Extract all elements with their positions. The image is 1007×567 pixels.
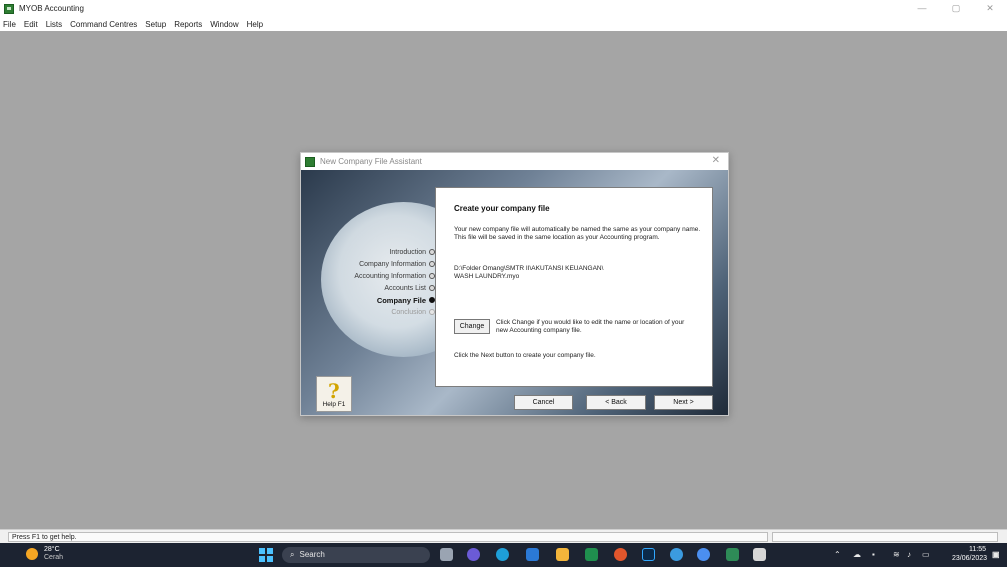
- chrome-profile-icon[interactable]: [697, 548, 710, 561]
- volume-icon[interactable]: ♪: [907, 550, 911, 559]
- dialog-titlebar: New Company File Assistant ✕: [301, 153, 728, 170]
- status-secondary-cell: [772, 532, 998, 542]
- menu-help[interactable]: Help: [247, 20, 263, 29]
- step-introduction[interactable]: Introduction: [331, 246, 435, 258]
- notification-icon[interactable]: ▣: [992, 550, 1000, 559]
- edge-browser-icon[interactable]: [496, 548, 509, 561]
- app-titlebar: MYOB Accounting — ▢ ✕: [0, 0, 1007, 17]
- excel-icon[interactable]: [585, 548, 598, 561]
- menu-lists[interactable]: Lists: [46, 20, 62, 29]
- help-question-icon: ?: [328, 379, 340, 403]
- file-path-line2: WASH LAUNDRY.myo: [454, 273, 520, 280]
- clock-date: 23/06/2023: [952, 555, 988, 562]
- battery-icon[interactable]: ▭: [922, 550, 930, 559]
- task-view-icon[interactable]: [440, 548, 453, 561]
- next-instructions: Click the Next button to create your com…: [454, 352, 596, 359]
- help-button-label: Help F1: [322, 401, 346, 408]
- search-label: Search: [299, 550, 325, 559]
- dialog-close-icon[interactable]: ✕: [712, 155, 720, 166]
- windows-start-icon[interactable]: [259, 548, 273, 562]
- change-instructions: Click Change if you would like to edit t…: [496, 319, 685, 334]
- step-conclusion: Conclusion: [331, 306, 435, 318]
- taskbar-search[interactable]: ⌕ Search: [282, 547, 430, 563]
- cloud-icon[interactable]: ☁: [853, 550, 861, 559]
- step-label: Accounting Information: [354, 272, 426, 280]
- chevron-up-icon[interactable]: ⌃: [834, 550, 841, 559]
- menu-edit[interactable]: Edit: [24, 20, 38, 29]
- myob-app-icon: [4, 3, 14, 14]
- search-icon: ⌕: [290, 550, 295, 559]
- content-panel: Create your company file Your new compan…: [435, 187, 713, 387]
- step-label: Conclusion: [391, 308, 426, 316]
- chat-icon[interactable]: [467, 548, 480, 561]
- notepad-icon[interactable]: [753, 548, 766, 561]
- minimize-button[interactable]: —: [905, 0, 939, 17]
- office-icon[interactable]: [614, 548, 627, 561]
- step-company-information[interactable]: Company Information: [331, 258, 435, 270]
- menu-bar: File Edit Lists Command Centres Setup Re…: [0, 17, 1007, 31]
- file-path: D:\Folder Omang\SMTR II\AKUTANSI KEUANGA…: [454, 265, 704, 281]
- clock-time: 11:55: [969, 546, 986, 553]
- weather-widget[interactable]: 28°C Cerah: [26, 546, 63, 562]
- file-path-line1: D:\Folder Omang\SMTR II\AKUTANSI KEUANGA…: [454, 265, 604, 272]
- panel-heading: Create your company file: [454, 204, 550, 213]
- status-bar: Press F1 to get help.: [0, 529, 1007, 543]
- step-label: Company File: [376, 295, 426, 305]
- step-accounting-information[interactable]: Accounting Information: [331, 270, 435, 282]
- weather-temp: 28°C: [44, 546, 60, 553]
- change-button[interactable]: Change: [454, 319, 490, 334]
- next-button[interactable]: Next >: [654, 395, 713, 410]
- menu-window[interactable]: Window: [210, 20, 238, 29]
- chrome-icon[interactable]: [670, 548, 683, 561]
- maximize-button[interactable]: ▢: [939, 0, 973, 17]
- step-label: Accounts List: [384, 284, 426, 292]
- step-company-file[interactable]: Company File: [331, 294, 435, 306]
- weather-desc: Cerah: [44, 554, 64, 561]
- menu-setup[interactable]: Setup: [145, 20, 166, 29]
- file-explorer-icon[interactable]: [556, 548, 569, 561]
- app-tray-icon[interactable]: ▪: [872, 550, 875, 559]
- menu-file[interactable]: File: [3, 20, 16, 29]
- cancel-button[interactable]: Cancel: [514, 395, 573, 410]
- word-icon[interactable]: [526, 548, 539, 561]
- menu-command-centres[interactable]: Command Centres: [70, 20, 137, 29]
- taskbar-clock[interactable]: 11:55 23/06/2023: [952, 545, 988, 563]
- step-label: Introduction: [389, 248, 426, 256]
- dialog-app-icon: [305, 156, 315, 167]
- status-text: Press F1 to get help.: [8, 532, 768, 542]
- window-controls: — ▢ ✕: [905, 0, 1007, 17]
- windows-taskbar: 28°C Cerah ⌕ Search ⌃ ☁ ▪ ≋ ♪ ▭ 11:55 23/…: [0, 543, 1007, 567]
- myob-taskbar-icon[interactable]: [726, 548, 739, 561]
- wizard-steps: Introduction Company Information Account…: [331, 246, 435, 318]
- step-accounts-list[interactable]: Accounts List: [331, 282, 435, 294]
- new-company-file-dialog: New Company File Assistant ✕ Introductio…: [300, 152, 729, 416]
- sun-icon: [26, 548, 38, 560]
- close-button[interactable]: ✕: [973, 0, 1007, 17]
- wifi-icon[interactable]: ≋: [893, 550, 900, 559]
- dialog-body: Introduction Company Information Account…: [301, 170, 728, 415]
- dialog-title: New Company File Assistant: [320, 157, 422, 166]
- panel-description: Your new company file will automatically…: [454, 226, 701, 241]
- app-title: MYOB Accounting: [19, 4, 84, 13]
- back-button[interactable]: < Back: [586, 395, 646, 410]
- help-button[interactable]: ? Help F1: [316, 376, 352, 412]
- step-label: Company Information: [359, 260, 426, 268]
- menu-reports[interactable]: Reports: [174, 20, 202, 29]
- photoshop-icon[interactable]: [642, 548, 655, 561]
